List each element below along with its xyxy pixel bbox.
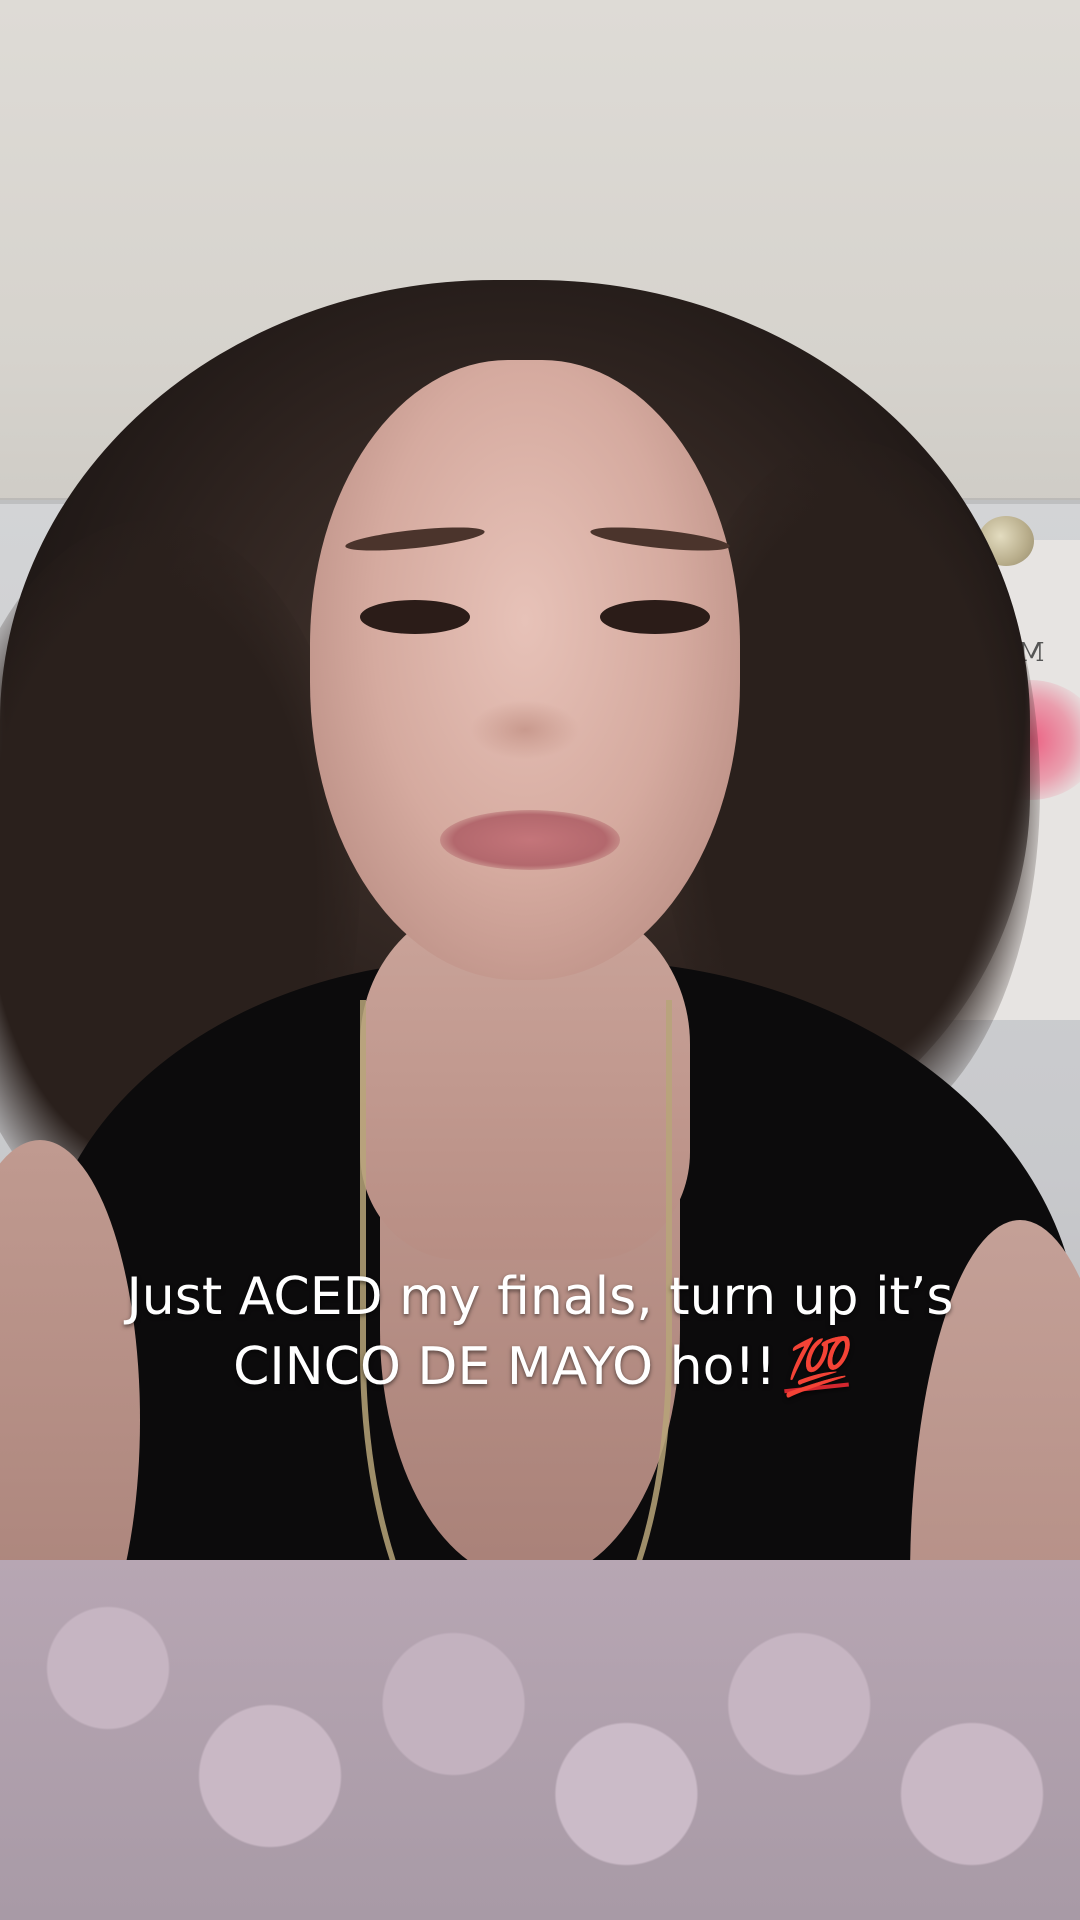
lips: [440, 810, 620, 870]
caption-line-2-text: CINCO DE MAYO ho!!: [233, 1337, 777, 1397]
nose: [470, 700, 580, 760]
fuzzy-pink-blanket: [0, 1560, 1080, 1920]
caption-line-1: Just ACED my finals, turn up it’s: [126, 1267, 954, 1327]
caption-line-2: CINCO DE MAYO ho!!💯: [40, 1332, 1040, 1402]
video-frame: MIND Just ACED my finals, turn up it’s C…: [0, 0, 1080, 1920]
hundred-points-emoji: 💯: [779, 1333, 850, 1401]
right-eye: [600, 600, 710, 634]
video-caption: Just ACED my finals, turn up it’s CINCO …: [40, 1262, 1040, 1402]
face: [310, 360, 740, 980]
left-eye: [360, 600, 470, 634]
